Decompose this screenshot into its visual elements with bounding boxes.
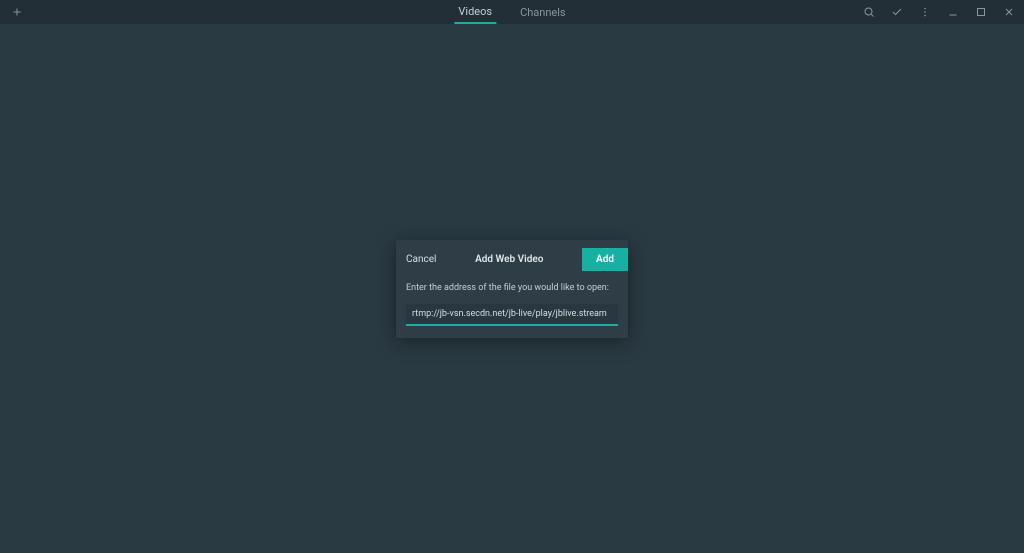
add-button[interactable] [10, 5, 24, 19]
check-button[interactable] [890, 5, 904, 19]
search-button[interactable] [862, 5, 876, 19]
tab-channels[interactable]: Channels [516, 0, 570, 24]
topbar-tabs: Videos Channels [454, 0, 569, 24]
topbar-right [862, 5, 1016, 19]
topbar-left [10, 5, 24, 19]
add-button[interactable]: Add [582, 248, 628, 271]
main-area: Cancel Add Web Video Add Enter the addre… [0, 24, 1024, 553]
url-input[interactable] [406, 304, 618, 326]
cancel-button[interactable]: Cancel [406, 254, 436, 265]
topbar: Videos Channels [0, 0, 1024, 24]
maximize-button[interactable] [974, 5, 988, 19]
modal-prompt: Enter the address of the file you would … [406, 283, 618, 293]
minimize-button[interactable] [946, 5, 960, 19]
tab-label: Channels [520, 6, 566, 19]
tab-label: Videos [458, 5, 492, 18]
close-button[interactable] [1002, 5, 1016, 19]
modal-body: Enter the address of the file you would … [396, 279, 628, 338]
more-button[interactable] [918, 5, 932, 19]
modal-header: Cancel Add Web Video Add [396, 240, 628, 279]
add-web-video-modal: Cancel Add Web Video Add Enter the addre… [396, 240, 628, 338]
modal-title: Add Web Video [475, 254, 543, 265]
tab-videos[interactable]: Videos [454, 0, 496, 24]
modal-overlay: Cancel Add Web Video Add Enter the addre… [0, 24, 1024, 553]
